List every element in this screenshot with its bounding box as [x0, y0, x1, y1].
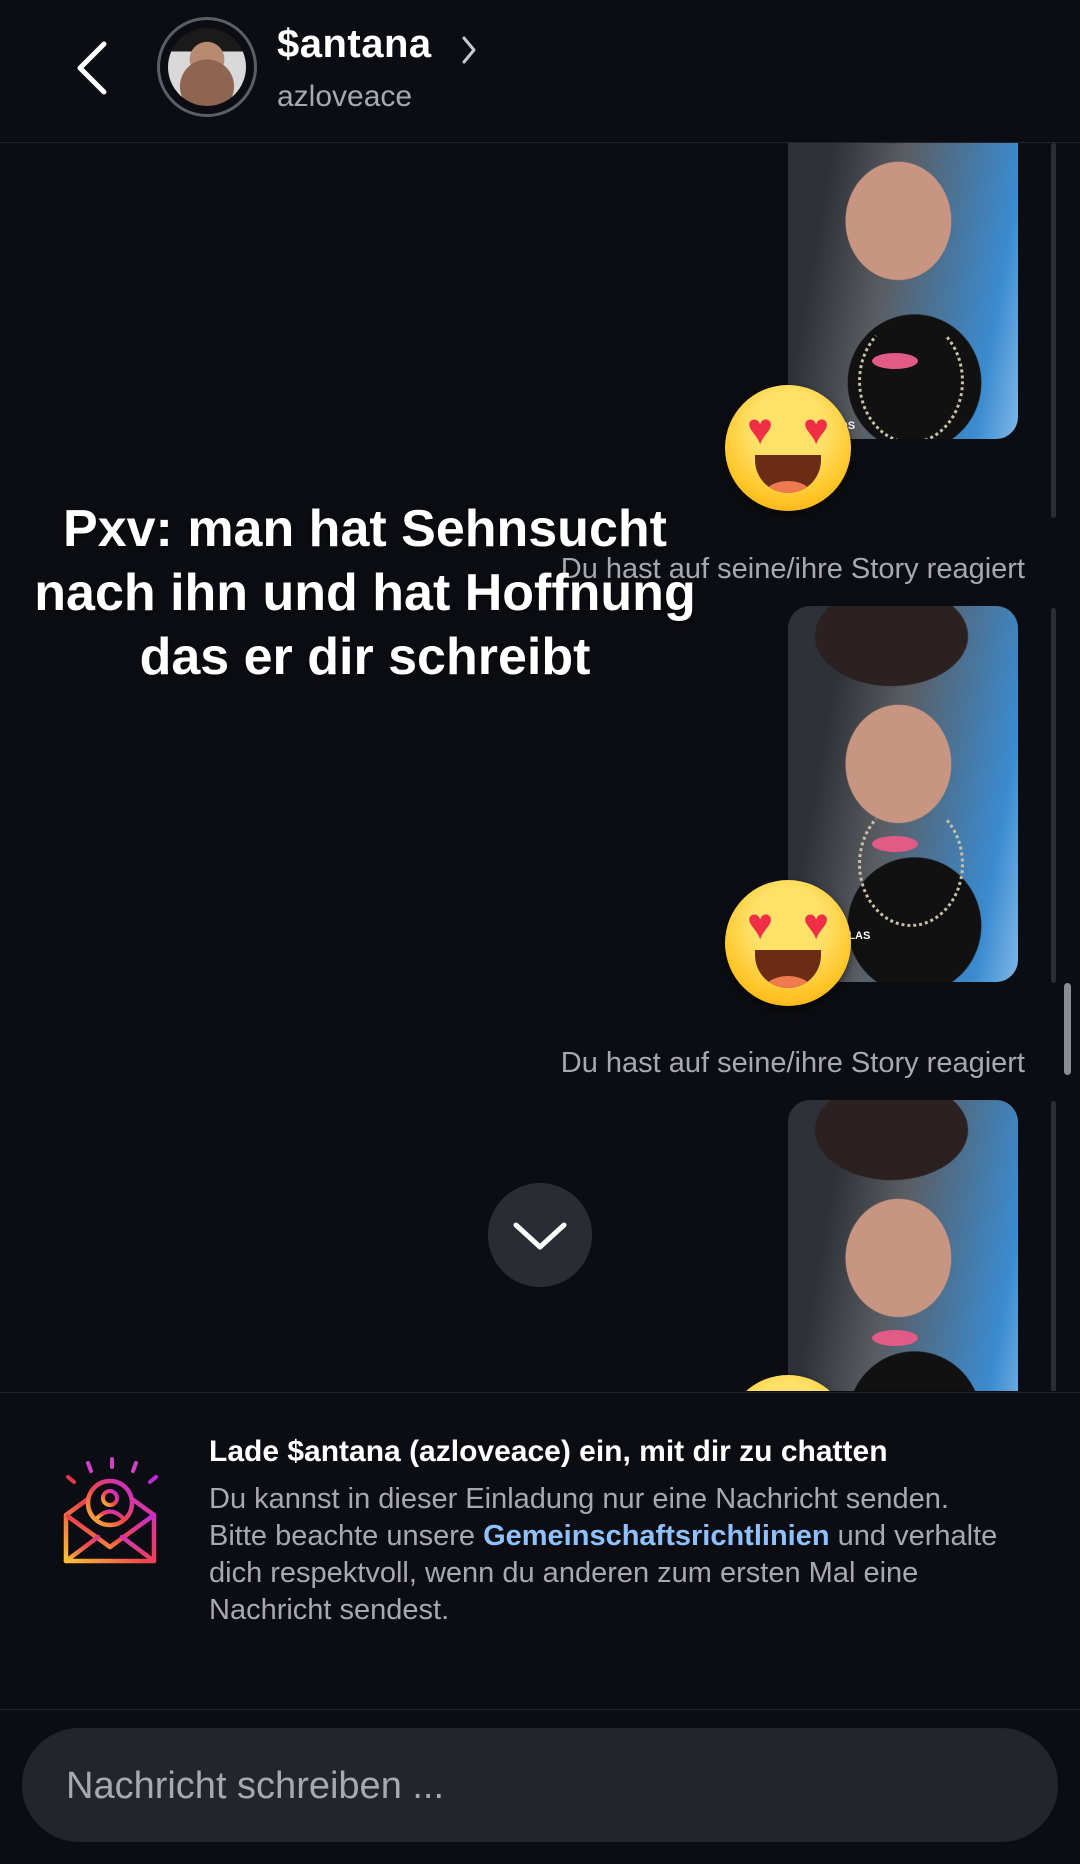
story-detail [858, 801, 964, 927]
chat-screen: $antana azloveace MOS YA ♥ ♥ Du hast auf… [0, 0, 1080, 1864]
heart-eye: ♥ [746, 900, 774, 949]
message-composer[interactable] [22, 1728, 1058, 1844]
community-guidelines-link[interactable]: Gemeinschaftsrichtlinien [483, 1520, 830, 1552]
contact-handle: azloveace [277, 80, 413, 113]
back-button[interactable] [68, 38, 118, 98]
invite-body: Du kannst in dieser Einladung nur eine N… [209, 1481, 1009, 1629]
story-detail [872, 1330, 918, 1346]
story-progress-bar [1051, 143, 1056, 518]
scroll-to-bottom-button[interactable] [488, 1183, 592, 1287]
heart-eye: ♥ [802, 900, 830, 949]
story-detail [858, 318, 964, 439]
story-progress-bar [1051, 1101, 1056, 1391]
heart-eyes-reaction-emoji: ♥ ♥ [725, 880, 851, 1006]
invite-title: Lade $antana (azloveace) ein, mit dir zu… [209, 1435, 888, 1468]
contact-name[interactable]: $antana [277, 22, 432, 67]
emoji-mouth [755, 950, 821, 988]
chat-header: $antana azloveace [0, 0, 1080, 143]
heart-eyes-reaction-emoji: ♥ ♥ [725, 385, 851, 511]
heart-eye: ♥ [802, 405, 830, 454]
video-overlay-caption: Pxv: man hat Sehnsucht nach ihn und hat … [34, 500, 696, 686]
contact-avatar[interactable] [157, 17, 257, 117]
invite-envelope-icon [63, 1457, 158, 1564]
message-thread[interactable]: MOS YA ♥ ♥ Du hast auf seine/ihre Story … [0, 143, 1080, 1391]
message-input[interactable] [64, 1728, 1008, 1844]
story-reaction-note: Du hast auf seine/ihre Story reagiert [560, 1047, 1025, 1079]
emoji-mouth [755, 455, 821, 493]
thread-scrollbar[interactable] [1064, 983, 1071, 1075]
message-request-invite-panel: Lade $antana (azloveace) ein, mit dir zu… [0, 1392, 1080, 1710]
chevron-right-icon[interactable] [459, 34, 479, 66]
story-thumbnail[interactable] [788, 1100, 1018, 1391]
heart-eye: ♥ [746, 405, 774, 454]
avatar-image [168, 28, 246, 106]
story-progress-bar [1051, 608, 1056, 983]
